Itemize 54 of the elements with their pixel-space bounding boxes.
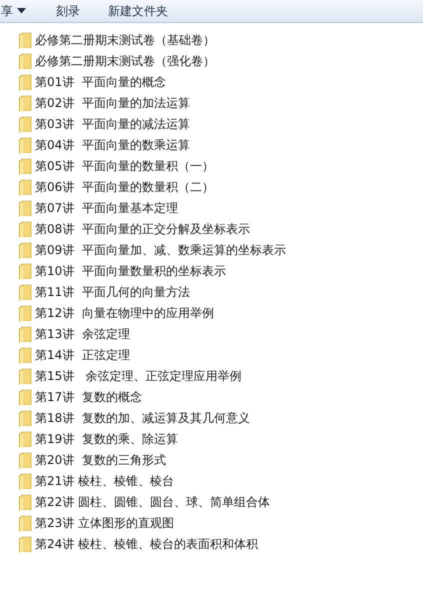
folder-icon <box>18 410 32 427</box>
folder-icon <box>18 242 32 259</box>
folder-icon <box>18 326 32 343</box>
folder-name[interactable]: 第19讲 复数的乘、除运算 <box>35 431 178 448</box>
folder-icon <box>18 158 32 175</box>
folder-icon <box>18 179 32 196</box>
folder-icon <box>18 305 32 322</box>
folder-icon <box>18 200 32 217</box>
folder-name[interactable]: 第18讲 复数的加、减运算及其几何意义 <box>35 410 250 427</box>
folder-icon <box>18 494 32 511</box>
folder-name[interactable]: 第23讲 立体图形的直观图 <box>35 515 174 532</box>
folder-icon <box>18 431 32 448</box>
folder-icon <box>18 74 32 91</box>
folder-icon <box>18 116 32 133</box>
folder-icon <box>18 515 32 532</box>
folder-icon <box>18 368 32 385</box>
folder-icon <box>18 284 32 301</box>
folder-name[interactable]: 必修第二册期末测试卷（基础卷） <box>35 32 215 49</box>
folder-icon <box>18 95 32 112</box>
folder-name[interactable]: 第14讲 正弦定理 <box>35 347 130 364</box>
folder-name[interactable]: 第11讲 平面几何的向量方法 <box>35 284 190 301</box>
folder-name[interactable]: 第06讲 平面向量的数量积（二） <box>35 179 214 196</box>
folder-name[interactable]: 第13讲 余弦定理 <box>35 326 130 343</box>
folder-icon <box>18 221 32 238</box>
folder-name[interactable]: 第05讲 平面向量的数量积（一） <box>35 158 214 175</box>
folder-icon <box>18 536 32 553</box>
folder-name[interactable]: 必修第二册期末测试卷（强化卷） <box>35 53 215 70</box>
folder-name[interactable]: 第21讲 棱柱、棱锥、棱台 <box>35 473 174 490</box>
toolbar-button[interactable]: 新建文件夹 <box>108 1 168 21</box>
toolbar-button[interactable]: 刻录 <box>56 1 80 21</box>
folder-icon <box>18 473 32 490</box>
folder-icon <box>18 137 32 154</box>
folder-icon <box>18 32 32 49</box>
caret-icon <box>17 8 26 14</box>
folder-name[interactable]: 第08讲 平面向量的正交分解及坐标表示 <box>35 221 250 238</box>
folder-name[interactable]: 第10讲 平面向量数量积的坐标表示 <box>35 263 226 280</box>
folder-icon <box>18 347 32 364</box>
folder-name[interactable]: 第09讲 平面向量加、减、数乘运算的坐标表示 <box>35 242 286 259</box>
folder-name[interactable]: 第15讲 余弦定理、正弦定理应用举例 <box>35 368 242 385</box>
folder-name[interactable]: 第04讲 平面向量的数乘运算 <box>35 137 190 154</box>
folder-name[interactable]: 第17讲 复数的概念 <box>35 389 142 406</box>
folder-name[interactable]: 第01讲 平面向量的概念 <box>35 74 166 91</box>
folder-name[interactable]: 第24讲 棱柱、棱锥、棱台的表面积和体积 <box>35 536 258 553</box>
folder-icon <box>18 389 32 406</box>
folder-name[interactable]: 第02讲 平面向量的加法运算 <box>35 95 190 112</box>
folder-icon <box>18 263 32 280</box>
folder-name[interactable]: 第03讲 平面向量的减法运算 <box>35 116 190 133</box>
folder-name[interactable]: 第20讲 复数的三角形式 <box>35 452 166 469</box>
folder-icon <box>18 452 32 469</box>
folder-name[interactable]: 第22讲 圆柱、圆锥、圆台、球、简单组合体 <box>35 494 270 511</box>
share-menu-button[interactable]: 享 <box>1 1 26 21</box>
folder-icon <box>18 53 32 70</box>
folder-name[interactable]: 第12讲 向量在物理中的应用举例 <box>35 305 214 322</box>
folder-name[interactable]: 第07讲 平面向量基本定理 <box>35 200 178 217</box>
